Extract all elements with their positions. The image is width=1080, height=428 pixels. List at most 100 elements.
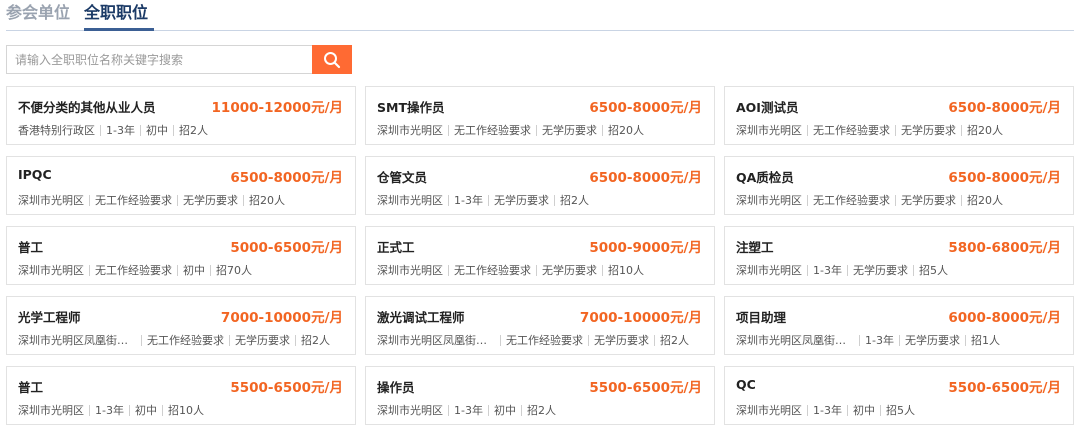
job-headcount: 招2人 (559, 194, 589, 207)
job-headcount: 招20人 (249, 194, 285, 207)
job-location: 深圳市光明区 (18, 264, 84, 277)
search-bar (6, 45, 352, 74)
meta-divider (295, 334, 296, 346)
meta-divider (500, 334, 501, 346)
job-location: 深圳市光明区 (736, 264, 802, 277)
job-education: 无学历要求 (901, 124, 956, 137)
job-card[interactable]: QA质检员 6500-8000元/月 深圳市光明区 无工作经验要求 无学历要求 … (724, 156, 1074, 215)
job-meta: 深圳市光明区 无工作经验要求 无学历要求 招10人 (377, 262, 644, 278)
job-meta: 香港特别行政区 1-3年 初中 招2人 (18, 122, 208, 138)
job-card[interactable]: SMT操作员 6500-8000元/月 深圳市光明区 无工作经验要求 无学历要求… (365, 86, 715, 145)
job-card[interactable]: 操作员 5500-6500元/月 深圳市光明区 1-3年 初中 招2人 (365, 366, 715, 425)
job-salary: 5500-6500元/月 (948, 380, 1061, 396)
job-meta: 深圳市光明区凤凰街道... 无工作经验要求 无学历要求 招2人 (377, 332, 689, 348)
job-education: 无学历要求 (542, 264, 597, 277)
job-salary: 5500-6500元/月 (230, 380, 343, 396)
job-card[interactable]: 激光调试工程师 7000-10000元/月 深圳市光明区凤凰街道... 无工作经… (365, 296, 715, 355)
job-meta: 深圳市光明区 1-3年 无学历要求 招2人 (377, 192, 589, 208)
meta-divider (879, 404, 881, 416)
job-experience: 无工作经验要求 (813, 124, 890, 137)
tab-fulltime-positions[interactable]: 全职职位 (84, 3, 148, 23)
job-meta: 深圳市光明区 无工作经验要求 无学历要求 招20人 (18, 192, 285, 208)
job-card[interactable]: 正式工 5000-9000元/月 深圳市光明区 无工作经验要求 无学历要求 招1… (365, 226, 715, 285)
job-title: 光学工程师 (18, 310, 81, 325)
job-meta: 深圳市光明区凤凰街道... 1-3年 无学历要求 招1人 (736, 332, 1000, 348)
job-card[interactable]: IPQC 6500-8000元/月 深圳市光明区 无工作经验要求 无学历要求 招… (6, 156, 356, 215)
meta-divider (846, 404, 848, 416)
meta-divider (139, 124, 141, 136)
meta-divider (448, 124, 449, 136)
job-card[interactable]: 普工 5000-6500元/月 深圳市光明区 无工作经验要求 初中 招70人 (6, 226, 356, 285)
job-meta: 深圳市光明区 无工作经验要求 无学历要求 招20人 (736, 192, 1003, 208)
job-salary: 6000-8000元/月 (948, 310, 1061, 326)
job-card[interactable]: 不便分类的其他从业人员 11000-12000元/月 香港特别行政区 1-3年 … (6, 86, 356, 145)
meta-divider (895, 124, 896, 136)
job-salary: 7000-10000元/月 (220, 310, 343, 326)
job-experience: 无工作经验要求 (95, 194, 172, 207)
job-location: 深圳市光明区 (377, 194, 443, 207)
job-card[interactable]: AOI测试员 6500-8000元/月 深圳市光明区 无工作经验要求 无学历要求… (724, 86, 1074, 145)
meta-divider (654, 334, 655, 346)
job-salary: 7000-10000元/月 (579, 310, 702, 326)
meta-divider (89, 194, 90, 206)
job-title: 激光调试工程师 (377, 310, 465, 325)
job-title: 普工 (18, 240, 44, 255)
job-salary: 6500-8000元/月 (230, 170, 343, 186)
job-meta: 深圳市光明区 1-3年 初中 招2人 (377, 402, 556, 418)
job-experience: 无工作经验要求 (454, 264, 531, 277)
job-education: 初中 (183, 264, 205, 277)
job-experience: 无工作经验要求 (506, 334, 583, 347)
meta-divider (100, 124, 101, 136)
job-title: 操作员 (377, 380, 415, 395)
meta-divider (846, 264, 848, 276)
meta-divider (961, 194, 962, 206)
job-title: SMT操作员 (377, 100, 445, 115)
job-title: 不便分类的其他从业人员 (18, 100, 156, 115)
meta-divider (961, 124, 962, 136)
meta-divider (89, 404, 90, 416)
job-location: 深圳市光明区 (377, 124, 443, 137)
job-headcount: 招10人 (608, 264, 644, 277)
search-button[interactable] (312, 45, 352, 74)
meta-divider (448, 404, 449, 416)
job-title: IPQC (18, 167, 52, 182)
job-grid: 不便分类的其他从业人员 11000-12000元/月 香港特别行政区 1-3年 … (6, 86, 1074, 425)
job-card[interactable]: 光学工程师 7000-10000元/月 深圳市光明区凤凰街道... 无工作经验要… (6, 296, 356, 355)
job-headcount: 招1人 (970, 334, 1000, 347)
job-salary: 5000-6500元/月 (230, 240, 343, 256)
job-education: 无学历要求 (235, 334, 290, 347)
job-location: 深圳市光明区 (377, 404, 443, 417)
job-card[interactable]: 普工 5500-6500元/月 深圳市光明区 1-3年 初中 招10人 (6, 366, 356, 425)
job-meta: 深圳市光明区 1-3年 初中 招10人 (18, 402, 204, 418)
job-card[interactable]: 项目助理 6000-8000元/月 深圳市光明区凤凰街道... 1-3年 无学历… (724, 296, 1074, 355)
job-location: 深圳市光明区凤凰街道... (18, 334, 136, 347)
meta-divider (243, 194, 244, 206)
job-salary: 6500-8000元/月 (589, 100, 702, 116)
job-title: 注塑工 (736, 240, 774, 255)
job-education: 初中 (852, 404, 875, 417)
search-input[interactable] (6, 45, 312, 74)
job-experience: 1-3年 (106, 124, 135, 137)
job-headcount: 招2人 (301, 334, 330, 347)
job-title: 项目助理 (736, 310, 787, 325)
meta-divider (895, 194, 896, 206)
job-education: 无学历要求 (852, 264, 908, 277)
job-experience: 1-3年 (813, 264, 842, 277)
meta-divider (229, 334, 230, 346)
job-location: 深圳市光明区凤凰街道... (377, 334, 495, 347)
job-education: 无学历要求 (904, 334, 960, 347)
meta-divider (964, 334, 966, 346)
meta-divider (128, 404, 130, 416)
job-card[interactable]: QC 5500-6500元/月 深圳市光明区 1-3年 初中 招5人 (724, 366, 1074, 425)
job-card[interactable]: 仓管文员 6500-8000元/月 深圳市光明区 1-3年 无学历要求 招2人 (365, 156, 715, 215)
meta-divider (520, 404, 522, 416)
job-title: AOI测试员 (736, 100, 799, 115)
job-card[interactable]: 注塑工 5800-6800元/月 深圳市光明区 1-3年 无学历要求 招5人 (724, 226, 1074, 285)
meta-divider (210, 264, 211, 276)
job-salary: 5500-6500元/月 (589, 380, 702, 396)
job-location: 深圳市光明区 (377, 264, 443, 277)
tab-participating-units[interactable]: 参会单位 (6, 3, 70, 23)
meta-divider (487, 404, 489, 416)
job-headcount: 招70人 (216, 264, 252, 277)
meta-divider (602, 124, 603, 136)
